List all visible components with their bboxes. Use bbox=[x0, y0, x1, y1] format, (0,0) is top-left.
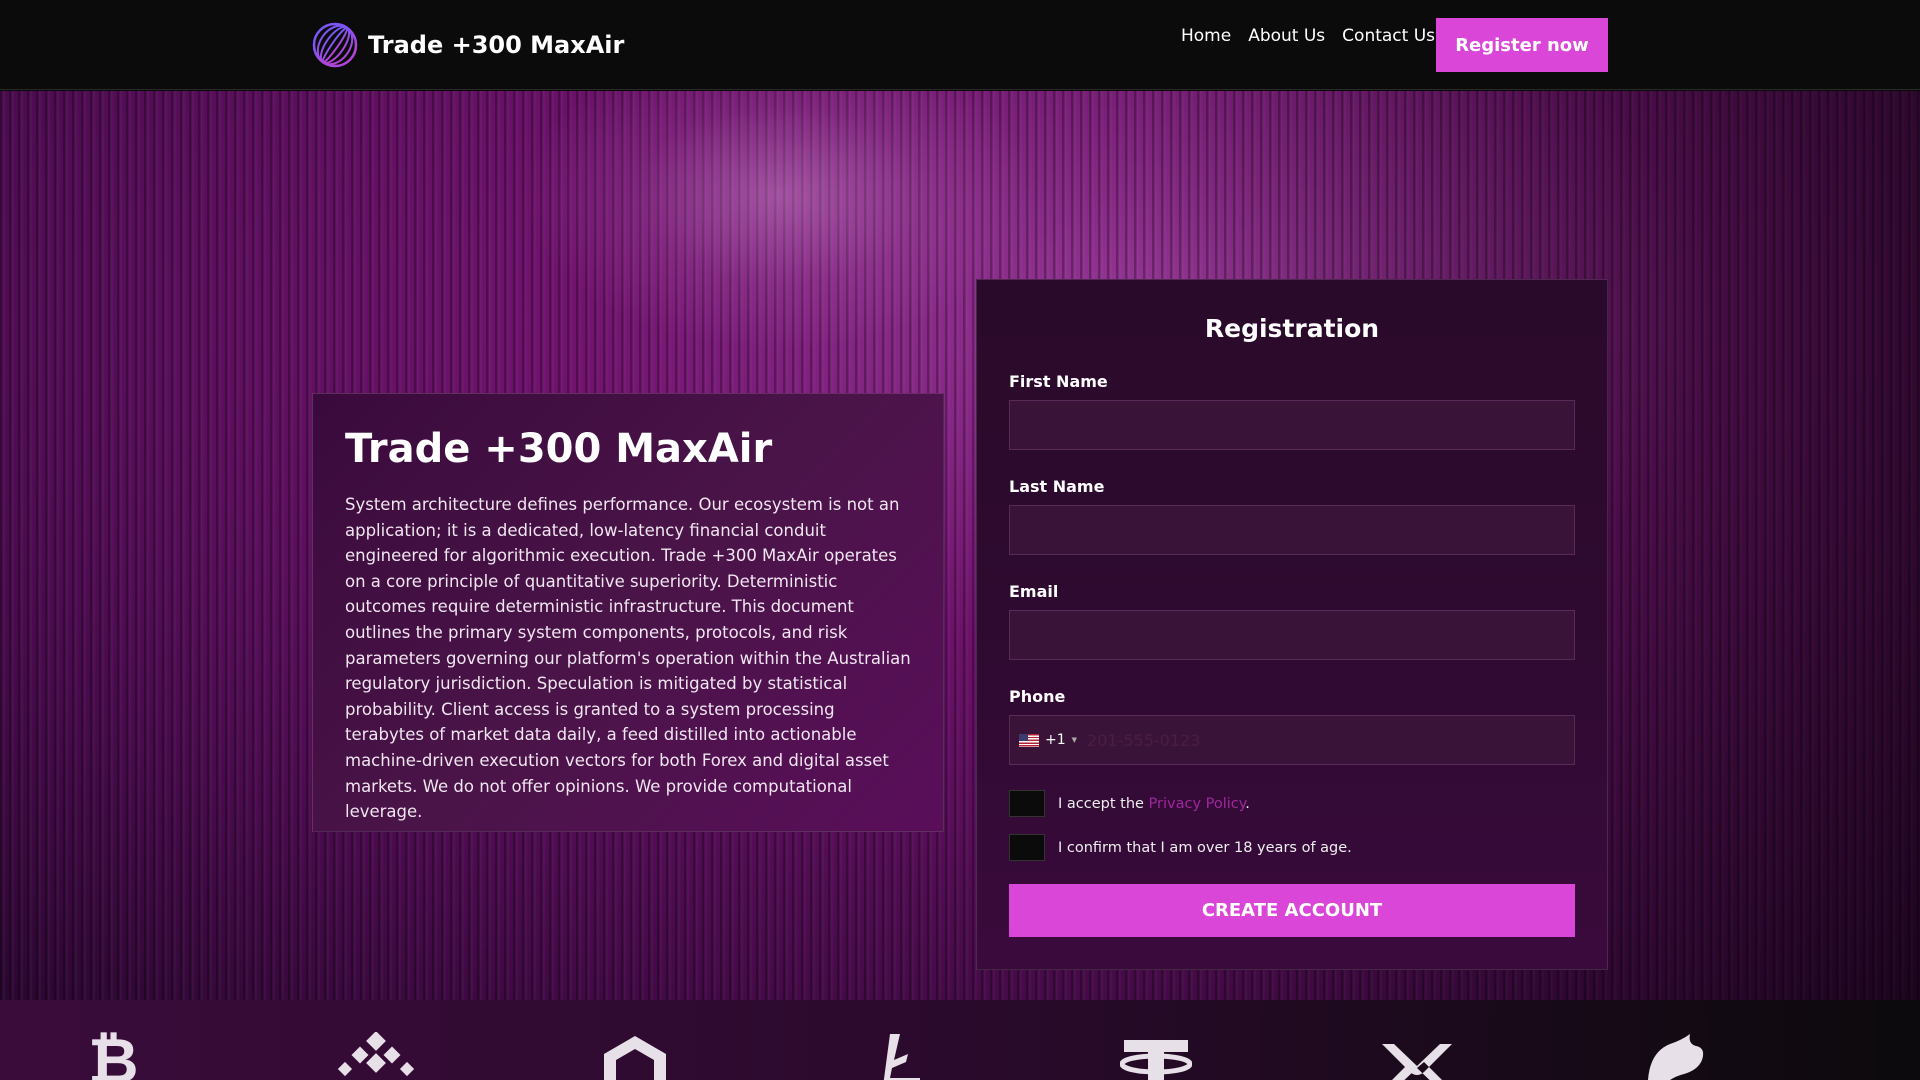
nav-contact-us[interactable]: Contact Us bbox=[1342, 26, 1435, 46]
phone-label: Phone bbox=[1009, 687, 1066, 706]
uniswap-icon bbox=[1648, 1034, 1704, 1080]
bitcoin-icon: ₿ bbox=[88, 1024, 139, 1080]
hero-section: Trade +300 MaxAir System architecture de… bbox=[0, 91, 1920, 1000]
phone-field-wrapper: +1 ▼ bbox=[1009, 715, 1575, 765]
site-header: Trade +300 MaxAir Home About Us Contact … bbox=[0, 0, 1920, 90]
privacy-checkbox[interactable] bbox=[1009, 790, 1045, 817]
binance-icon bbox=[338, 1032, 414, 1077]
last-name-field[interactable] bbox=[1009, 505, 1575, 555]
email-label: Email bbox=[1009, 582, 1059, 601]
age-checkbox[interactable] bbox=[1009, 834, 1045, 861]
intro-card: Trade +300 MaxAir System architecture de… bbox=[312, 393, 944, 832]
form-title: Registration bbox=[1204, 314, 1380, 343]
age-confirm-text: I confirm that I am over 18 years of age… bbox=[1058, 839, 1352, 856]
last-name-label: Last Name bbox=[1009, 477, 1105, 496]
us-flag-icon[interactable] bbox=[1019, 733, 1039, 747]
brand-name: Trade +300 MaxAir bbox=[368, 31, 625, 59]
crypto-logo-strip: ₿ bbox=[0, 1000, 1920, 1080]
intro-description: System architecture defines performance.… bbox=[345, 495, 911, 822]
nav-about-us[interactable]: About Us bbox=[1248, 26, 1325, 46]
registration-form: Registration First Name Last Name Email … bbox=[976, 279, 1608, 970]
xrp-icon bbox=[1382, 1044, 1452, 1080]
phone-field[interactable] bbox=[1087, 716, 1574, 764]
email-field[interactable] bbox=[1009, 610, 1575, 660]
main-nav: Home About Us Contact Us bbox=[1181, 26, 1435, 46]
globe-logo-icon bbox=[312, 22, 358, 68]
privacy-consent-row: I accept the Privacy Policy. bbox=[1009, 790, 1250, 817]
dial-code[interactable]: +1 bbox=[1045, 732, 1066, 748]
first-name-label: First Name bbox=[1009, 372, 1108, 391]
age-confirm-row: I confirm that I am over 18 years of age… bbox=[1009, 834, 1352, 861]
intro-title: Trade +300 MaxAir bbox=[345, 426, 773, 472]
first-name-field[interactable] bbox=[1009, 400, 1575, 450]
chevron-down-icon[interactable]: ▼ bbox=[1072, 736, 1077, 744]
privacy-policy-link[interactable]: Privacy Policy bbox=[1149, 796, 1246, 812]
chainlink-icon bbox=[604, 1036, 666, 1080]
nav-home[interactable]: Home bbox=[1181, 26, 1231, 46]
privacy-consent-text: I accept the Privacy Policy. bbox=[1058, 795, 1250, 812]
litecoin-icon bbox=[883, 1034, 920, 1080]
tether-icon bbox=[1120, 1040, 1192, 1080]
create-account-button[interactable]: CREATE ACCOUNT bbox=[1009, 884, 1575, 937]
hero-glow bbox=[520, 91, 1040, 351]
register-now-button[interactable]: Register now bbox=[1436, 18, 1608, 72]
brand[interactable]: Trade +300 MaxAir bbox=[312, 22, 624, 68]
